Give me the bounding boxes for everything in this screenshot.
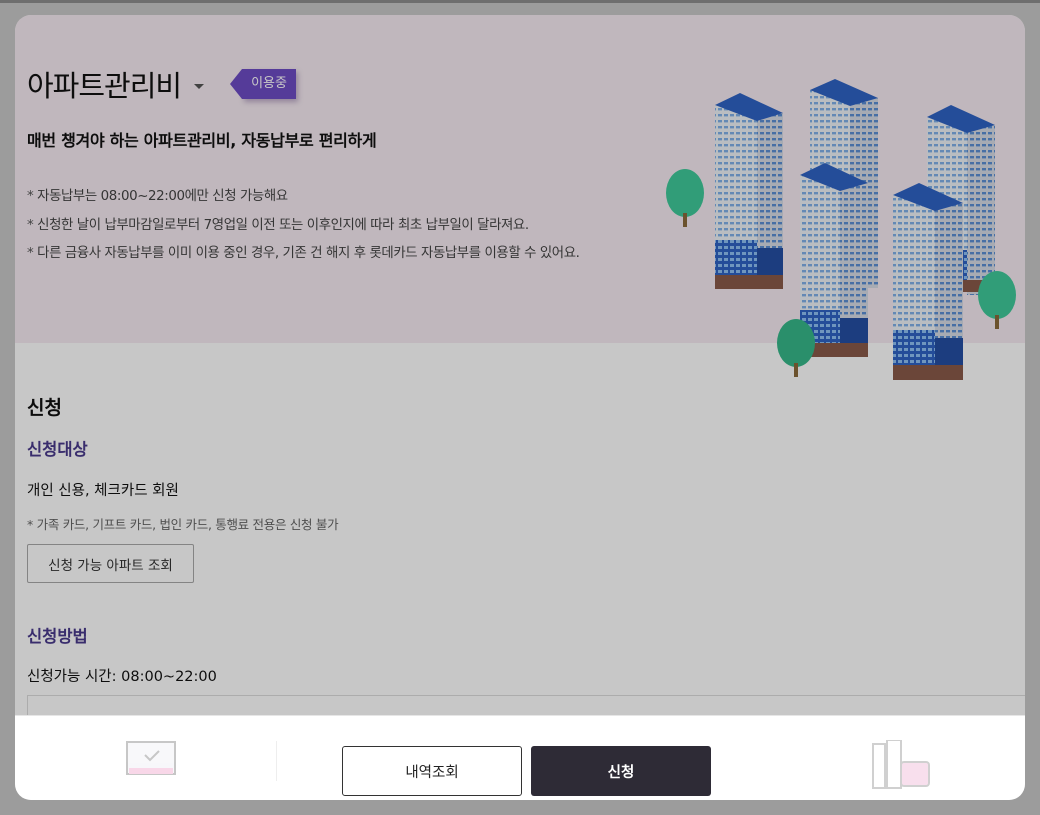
status-badge: 이용중 (230, 69, 296, 99)
method-heading: 신청방법 (27, 627, 88, 646)
target-text: 개인 신용, 체크카드 회원 (27, 483, 179, 499)
notice-list: 자동납부는 08:00~22:00에만 신청 가능해요 신청한 날이 납부마감일… (27, 183, 580, 269)
history-button[interactable]: 내역조회 (342, 746, 522, 796)
chevron-down-icon[interactable] (194, 83, 205, 89)
notice-item: 자동납부는 08:00~22:00에만 신청 가능해요 (27, 183, 580, 212)
tree-bottom (777, 319, 815, 377)
building-back-left (715, 93, 783, 289)
bottom-action-bar: 내역조회 신청 (15, 715, 1025, 800)
window-top-border (0, 0, 1040, 3)
modal-dialog: 아파트관리비 이용중 매번 챙겨야 하는 아파트관리비, 자동납부로 편리하게 … (15, 15, 1025, 800)
apply-time-text: 신청가능 시간: 08:00~22:00 (27, 669, 217, 685)
tree-left (666, 169, 704, 227)
notice-item: 신청한 날이 납부마감일로부터 7영업일 이전 또는 이후인지에 따라 최초 납… (27, 212, 580, 241)
apartment-buildings-illustration (666, 79, 1016, 380)
title-row: 아파트관리비 이용중 (27, 63, 296, 105)
hero-subtitle: 매번 챙겨야 하는 아파트관리비, 자동납부로 편리하게 (27, 131, 377, 150)
apt-lookup-button[interactable]: 신청 가능 아파트 조회 (27, 544, 194, 583)
tree-right (978, 271, 1016, 329)
section-title: 신청 (27, 397, 62, 419)
building-card-icon (872, 740, 930, 789)
building-front-right (893, 183, 963, 380)
apply-button[interactable]: 신청 (531, 746, 711, 796)
divider (276, 741, 277, 781)
target-heading: 신청대상 (27, 440, 88, 459)
monitor-icon (126, 741, 176, 775)
target-note: 가족 카드, 기프트 카드, 법인 카드, 통행료 전용은 신청 불가 (27, 514, 339, 533)
notice-item: 다른 금융사 자동납부를 이미 이용 중인 경우, 기존 건 해지 후 롯데카드… (27, 240, 580, 269)
page-title: 아파트관리비 (27, 69, 182, 103)
